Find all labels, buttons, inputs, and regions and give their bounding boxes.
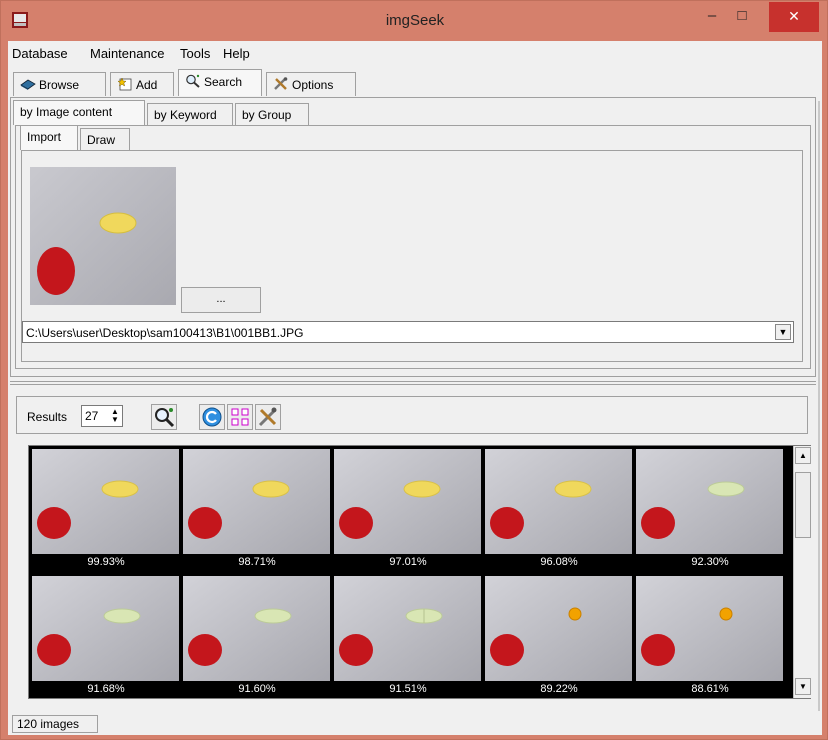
tab-by-group[interactable]: by Group bbox=[235, 103, 309, 125]
result-score: 99.93% bbox=[87, 556, 125, 568]
result-thumbnail bbox=[32, 449, 179, 554]
result-thumbnail bbox=[485, 576, 632, 681]
result-thumbnail bbox=[183, 449, 330, 554]
right-divider bbox=[818, 101, 820, 711]
tab-add-label: Add bbox=[136, 78, 158, 92]
panel-splitter[interactable] bbox=[10, 381, 816, 385]
result-score: 88.61% bbox=[691, 683, 729, 695]
result-item[interactable]: 89.22% bbox=[484, 575, 634, 702]
image-path-value: C:\Users\user\Desktop\sam100413\B1\001BB… bbox=[26, 326, 304, 340]
result-score: 89.22% bbox=[540, 683, 578, 695]
tab-add[interactable]: Add bbox=[110, 72, 174, 96]
main-tab-bar: Browse Add Search Options bbox=[8, 67, 822, 96]
tools-icon bbox=[274, 77, 288, 90]
group-button[interactable] bbox=[227, 404, 253, 430]
results-count-spinner[interactable]: 27 ▲ ▼ bbox=[81, 405, 123, 427]
tab-import[interactable]: Import bbox=[20, 125, 78, 150]
result-item[interactable]: 92.30% bbox=[635, 448, 785, 575]
result-score: 91.51% bbox=[389, 683, 427, 695]
book-icon bbox=[20, 79, 36, 90]
tab-by-image-content[interactable]: by Image content bbox=[13, 100, 145, 125]
menu-help[interactable]: Help bbox=[223, 46, 250, 61]
result-item[interactable]: 97.01% bbox=[333, 448, 483, 575]
result-item[interactable]: 98.71% bbox=[182, 448, 332, 575]
result-score: 98.71% bbox=[238, 556, 276, 568]
tab-draw[interactable]: Draw bbox=[80, 128, 130, 150]
result-item[interactable]: 96.08% bbox=[484, 448, 634, 575]
result-thumbnail bbox=[485, 449, 632, 554]
result-thumbnail bbox=[334, 576, 481, 681]
browse-button[interactable]: ... bbox=[181, 287, 261, 313]
results-label: Results bbox=[27, 410, 68, 424]
results-count-value: 27 bbox=[85, 409, 99, 423]
status-bar: 120 images bbox=[8, 713, 822, 735]
title-bar[interactable]: imgSeek – □ ✕ bbox=[1, 1, 828, 41]
query-image-preview bbox=[30, 167, 176, 305]
group-icon bbox=[231, 408, 249, 426]
status-image-count: 120 images bbox=[12, 715, 98, 733]
image-content-panel: Import Draw ... C:\Users\user\Desktop\sa… bbox=[15, 125, 811, 369]
tab-options[interactable]: Options bbox=[266, 72, 356, 96]
menu-tools[interactable]: Tools bbox=[180, 46, 210, 61]
query-button[interactable] bbox=[151, 404, 177, 430]
client-area: Database Maintenance Tools Help Browse A… bbox=[8, 41, 822, 735]
tab-browse[interactable]: Browse bbox=[13, 72, 106, 96]
chevron-down-icon[interactable]: ▼ bbox=[775, 324, 791, 340]
tab-search-label: Search bbox=[204, 75, 243, 89]
minimize-button[interactable]: – bbox=[697, 2, 727, 32]
spinner-arrows-icon[interactable]: ▲ ▼ bbox=[109, 408, 121, 424]
menu-maintenance[interactable]: Maintenance bbox=[90, 46, 164, 61]
scroll-up-icon[interactable]: ▲ bbox=[795, 447, 811, 464]
close-button[interactable]: ✕ bbox=[769, 2, 819, 32]
tools-button[interactable] bbox=[255, 404, 281, 430]
result-score: 97.01% bbox=[389, 556, 427, 568]
tab-options-label: Options bbox=[292, 78, 334, 92]
search-panel: by Image content by Keyword by Group Imp… bbox=[10, 97, 816, 377]
result-item[interactable]: 91.51% bbox=[333, 575, 483, 702]
refresh-button[interactable] bbox=[199, 404, 225, 430]
scroll-down-icon[interactable]: ▼ bbox=[795, 678, 811, 695]
magnifier-search-icon bbox=[155, 408, 175, 428]
result-thumbnail bbox=[32, 576, 179, 681]
tab-search[interactable]: Search bbox=[178, 69, 262, 96]
menu-database[interactable]: Database bbox=[12, 46, 68, 61]
result-score: 96.08% bbox=[540, 556, 578, 568]
refresh-icon bbox=[202, 407, 222, 427]
result-thumbnail bbox=[334, 449, 481, 554]
maximize-button[interactable]: □ bbox=[727, 2, 757, 32]
tab-browse-label: Browse bbox=[39, 78, 80, 92]
result-thumbnail bbox=[636, 576, 783, 681]
results-grid: 99.93% 98.71% 97.01% 96.08% 92.30% 91.68% 91.6… bbox=[28, 445, 811, 699]
import-panel: ... C:\Users\user\Desktop\sam100413\B1\0… bbox=[21, 150, 803, 362]
tools-icon bbox=[258, 407, 277, 427]
result-score: 92.30% bbox=[691, 556, 729, 568]
app-window: imgSeek – □ ✕ Database Maintenance Tools… bbox=[0, 0, 828, 740]
menu-bar: Database Maintenance Tools Help bbox=[8, 41, 822, 65]
image-path-combobox[interactable]: C:\Users\user\Desktop\sam100413\B1\001BB… bbox=[22, 321, 794, 343]
result-item[interactable]: 91.68% bbox=[31, 575, 181, 702]
results-controls: Results 27 ▲ ▼ bbox=[16, 396, 808, 434]
result-item[interactable]: 99.93% bbox=[31, 448, 181, 575]
result-score: 91.60% bbox=[238, 683, 276, 695]
scroll-thumb[interactable] bbox=[795, 472, 811, 538]
result-item[interactable]: 88.61% bbox=[635, 575, 785, 702]
result-thumbnail bbox=[183, 576, 330, 681]
tab-by-keyword[interactable]: by Keyword bbox=[147, 103, 233, 125]
magnifier-icon bbox=[186, 74, 200, 88]
result-thumbnail bbox=[636, 449, 783, 554]
results-scrollbar[interactable]: ▲ ▼ bbox=[793, 446, 811, 698]
add-star-icon bbox=[117, 77, 132, 91]
result-score: 91.68% bbox=[87, 683, 125, 695]
result-item[interactable]: 91.60% bbox=[182, 575, 332, 702]
